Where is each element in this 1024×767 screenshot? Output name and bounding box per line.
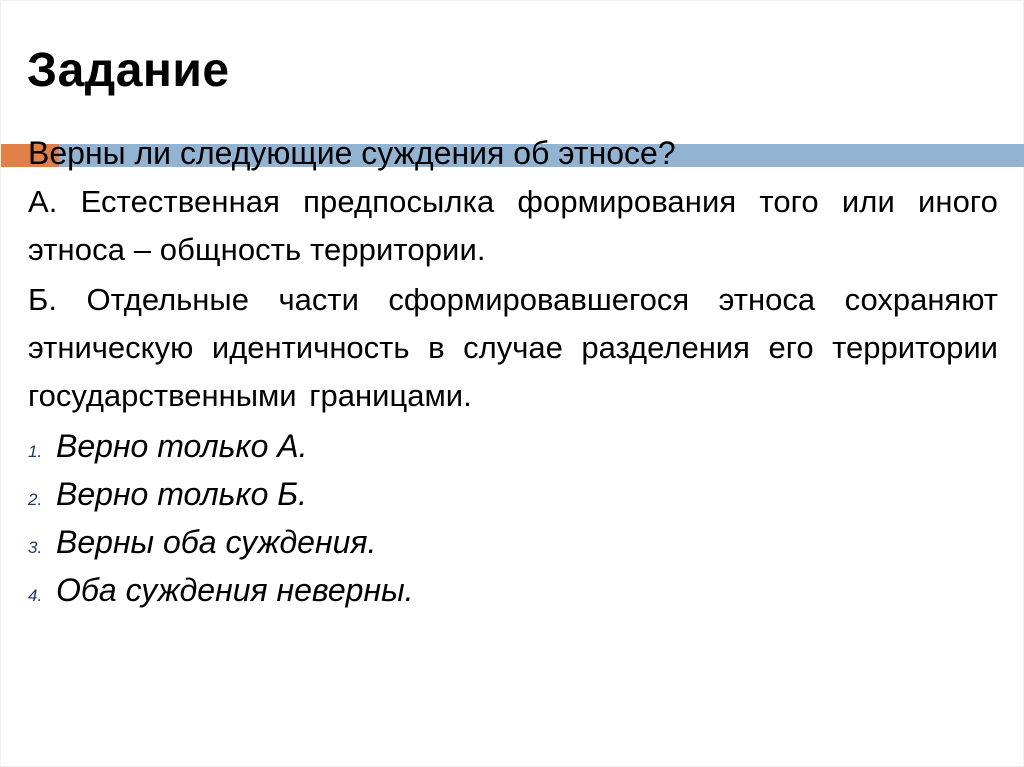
statement-b: Б. Отдельные части сформировавшегося этн… [28, 282, 998, 413]
option-text: Оба суждения неверны. [56, 572, 414, 608]
option-number: 4. [28, 586, 43, 605]
option-number: 2. [28, 490, 43, 509]
answer-option: 3. Верны оба суждения. [28, 518, 998, 566]
answer-option: 4. Оба суждения неверны. [28, 566, 998, 614]
statement-a: А. Естественная предпосылка формирования… [28, 184, 998, 267]
option-number: 1. [28, 442, 43, 461]
option-text: Верны оба суждения. [56, 524, 377, 560]
slide-content: Верны ли следующие суждения об этносе? А… [28, 128, 998, 614]
answer-option: 1. Верно только А. [28, 422, 998, 470]
option-number: 3. [28, 538, 43, 557]
option-text: Верно только А. [56, 428, 308, 464]
option-text: Верно только Б. [56, 476, 308, 512]
slide-title: Задание [27, 44, 230, 97]
answer-options: 1. Верно только А. 2. Верно только Б. 3.… [28, 422, 998, 614]
slide: Задание Верны ли следующие суждения об э… [0, 0, 1024, 767]
question-text: Верны ли следующие суждения об этносе? [28, 135, 676, 171]
answer-option: 2. Верно только Б. [28, 470, 998, 518]
